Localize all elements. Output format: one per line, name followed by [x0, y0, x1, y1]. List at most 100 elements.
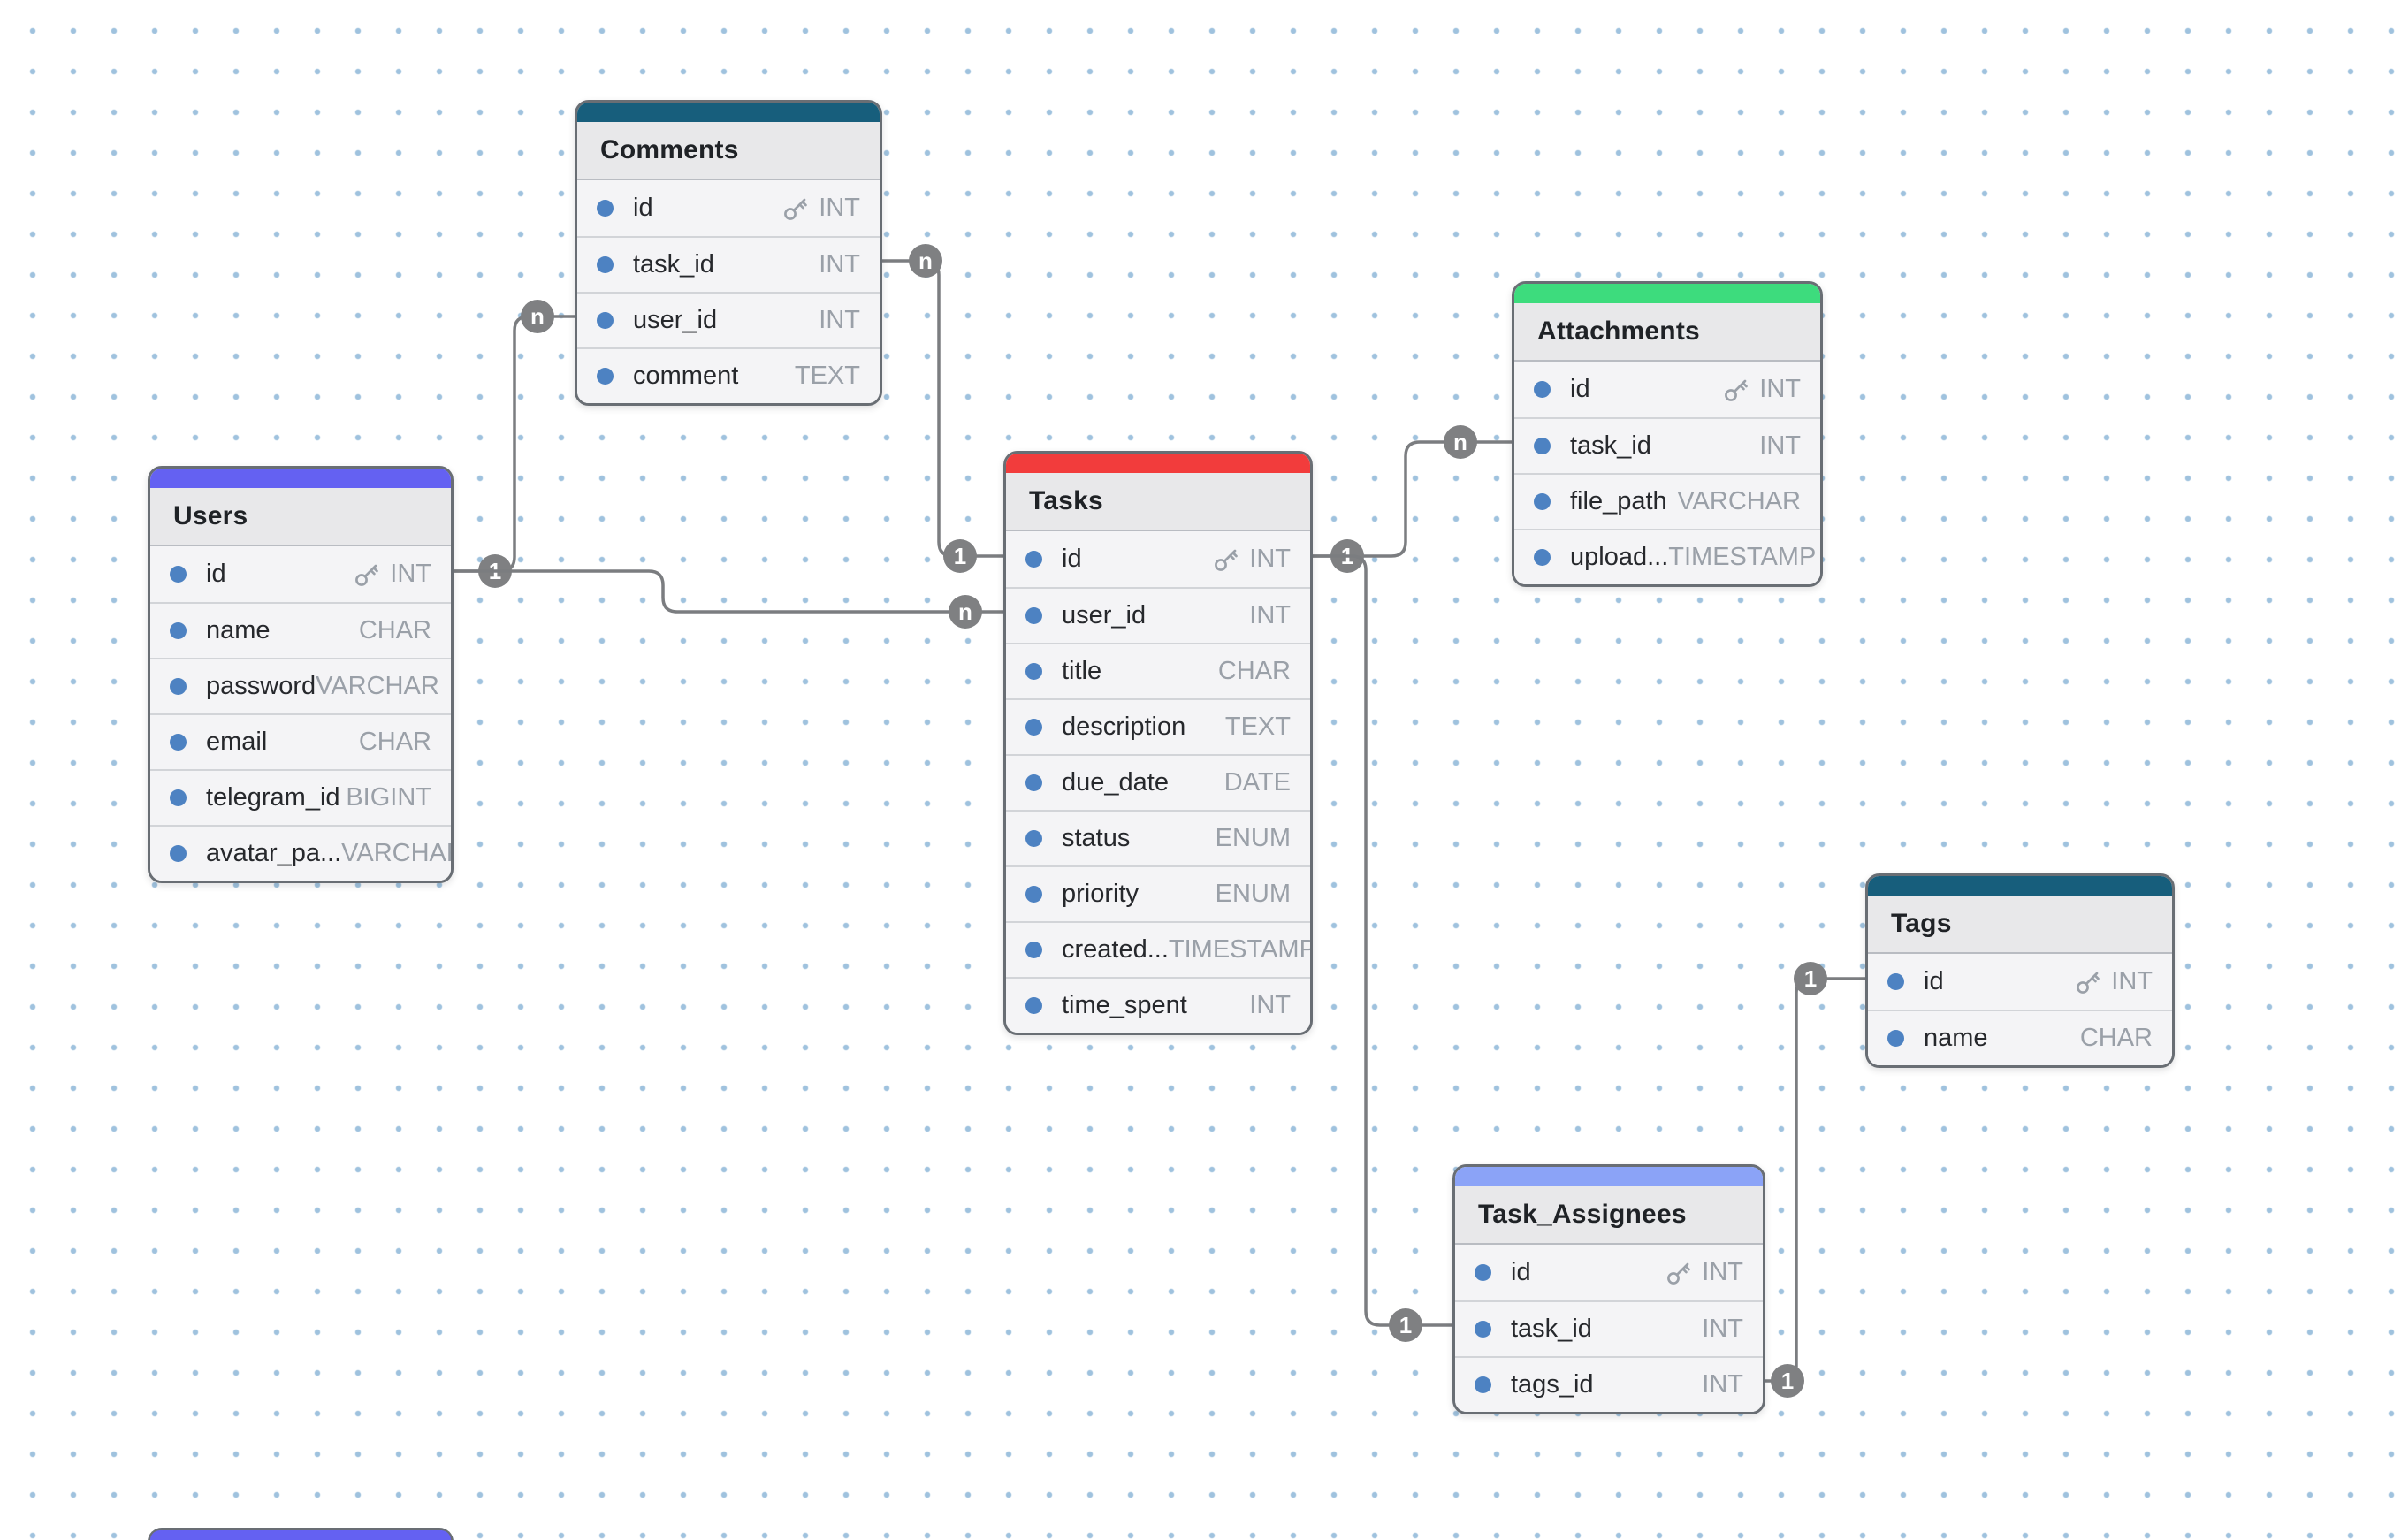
field-row-tasks-user_id[interactable]: user_idINT [1006, 587, 1310, 643]
field-type: INT [1249, 545, 1291, 574]
field-row-attachments-file_path[interactable]: file_pathVARCHAR [1514, 473, 1820, 529]
field-name: tags_id [1511, 1370, 1594, 1399]
field-row-tags-name[interactable]: nameCHAR [1868, 1010, 2172, 1065]
field-row-attachments-task_id[interactable]: task_idINT [1514, 417, 1820, 473]
field-row-comments-task_id[interactable]: task_idINT [577, 236, 880, 292]
field-row-task_assignees-task_id[interactable]: task_idINT [1455, 1300, 1763, 1356]
field-row-tasks-title[interactable]: title CHAR [1006, 643, 1310, 698]
relationship-line[interactable] [448, 316, 575, 571]
field-type: INT [1702, 1258, 1743, 1287]
field-type: TIMESTAMP [1169, 935, 1313, 964]
field-type-group: ENUM [1216, 824, 1291, 853]
field-dot [597, 368, 614, 385]
field-name: password [206, 672, 316, 701]
field-row-task_assignees-id[interactable]: id INT [1455, 1245, 1763, 1300]
field-type-group: INT [1249, 991, 1291, 1020]
table-attachments[interactable]: AttachmentsidINTtask_idINTfile_pathVARCH… [1512, 281, 1823, 587]
partial-table-cut-off[interactable] [148, 1528, 454, 1540]
field-name: title [1062, 657, 1101, 686]
field-type: VARCHAR [341, 839, 454, 868]
table-comments[interactable]: CommentsidINTtask_idINTuser_idINTcomment… [575, 100, 882, 406]
field-type-group: CHAR [1218, 657, 1291, 686]
field-row-tasks-id[interactable]: idINT [1006, 531, 1310, 587]
key-icon [781, 194, 810, 223]
field-row-tasks-created[interactable]: created...TIMESTAMP [1006, 921, 1310, 977]
field-dot [170, 789, 187, 806]
relationship-tasks-id-to-attachments-task_id[interactable]: 1n [1307, 425, 1512, 573]
cardinality-label: n [1453, 429, 1467, 455]
relationship-line[interactable] [877, 261, 1003, 556]
table-title: Users [173, 501, 248, 531]
field-row-users-password[interactable]: passwordVARCHAR [150, 658, 451, 713]
field-type: DATE [1224, 768, 1291, 797]
field-type-group: VARCHAR [1677, 487, 1801, 516]
table-header-task_assignees[interactable]: Task_Assignees [1455, 1186, 1763, 1245]
field-name: comment [633, 362, 738, 391]
field-name: id [1511, 1258, 1531, 1287]
field-row-users-name[interactable]: nameCHAR [150, 602, 451, 658]
field-dot [1534, 438, 1551, 454]
field-name: created... [1062, 935, 1169, 964]
table-tasks[interactable]: Tasks idINTuser_idINTtitle CHAR description… [1003, 451, 1313, 1035]
field-row-comments-id[interactable]: idINT [577, 180, 880, 236]
field-row-tasks-description[interactable]: descriptionTEXT [1006, 698, 1310, 754]
table-header-users[interactable]: Users [150, 488, 451, 546]
field-row-tasks-priority[interactable]: priorityENUM [1006, 865, 1310, 921]
table-task_assignees[interactable]: Task_Assigneesid INT task_idINTtags_idINT [1452, 1164, 1765, 1414]
field-row-users-email[interactable]: emailCHAR [150, 713, 451, 769]
field-dot [1475, 1264, 1491, 1281]
relationship-tags-id-to-task_assignees-tags_id[interactable]: 11 [1760, 962, 1865, 1398]
field-type-group: INT [781, 194, 860, 223]
relationship-tasks-id-to-comments-task_id[interactable]: n1 [877, 244, 1003, 573]
relationship-users-id-to-tasks-user_id[interactable]: n [448, 571, 1003, 629]
field-dot [1025, 830, 1042, 847]
table-header-comments[interactable]: Comments [577, 122, 880, 180]
table-header-tasks[interactable]: Tasks [1006, 473, 1310, 531]
field-row-task_assignees-tags_id[interactable]: tags_idINT [1455, 1356, 1763, 1412]
field-row-tasks-time_spent[interactable]: time_spentINT [1006, 977, 1310, 1033]
field-row-comments-comment[interactable]: commentTEXT [577, 347, 880, 403]
field-type: TIMESTAMP [1668, 543, 1816, 572]
field-row-comments-user_id[interactable]: user_idINT [577, 292, 880, 347]
field-type: INT [2111, 967, 2153, 996]
table-title: Tasks [1029, 486, 1103, 516]
field-row-attachments-id[interactable]: idINT [1514, 362, 1820, 417]
field-row-users-telegram_id[interactable]: telegram_idBIGINT [150, 769, 451, 825]
cardinality-label: n [958, 598, 972, 625]
field-type-group: CHAR [2080, 1024, 2153, 1053]
field-type-group: CHAR [359, 616, 431, 645]
relationship-line[interactable] [1760, 979, 1865, 1381]
relationship-users-id-to-comments-user_id[interactable]: 1n [448, 300, 575, 588]
field-name: upload... [1570, 543, 1668, 572]
field-type: VARCHAR [1677, 487, 1801, 516]
key-icon [353, 560, 381, 589]
table-users[interactable]: UsersidINTnameCHARpasswordVARCHARemailCH… [148, 466, 454, 883]
field-type-group: DATE [1224, 768, 1291, 797]
cardinality-label: 1 [1399, 1312, 1412, 1338]
field-row-tasks-status[interactable]: statusENUM [1006, 810, 1310, 865]
table-accent-bar [1006, 454, 1310, 473]
table-tags[interactable]: TagsidINTnameCHAR [1865, 873, 2175, 1068]
field-name: priority [1062, 880, 1139, 909]
field-dot [597, 312, 614, 329]
field-row-users-avatar_pa[interactable]: avatar_pa...VARCHAR [150, 825, 451, 881]
table-header-tags[interactable]: Tags [1868, 896, 2172, 954]
field-type: INT [819, 306, 860, 335]
relationship-tasks-id-to-task_assignees-task_id[interactable]: 1 [1307, 556, 1452, 1342]
diagram-canvas[interactable]: 1nnn11n111CommentsidINTtask_idINTuser_id… [0, 0, 2401, 1540]
field-dot [170, 622, 187, 639]
field-dot [1025, 997, 1042, 1014]
table-accent-bar [1868, 876, 2172, 896]
relationship-line[interactable] [1307, 442, 1512, 556]
relationship-line[interactable] [448, 571, 1003, 612]
table-header-attachments[interactable]: Attachments [1514, 303, 1820, 362]
field-row-tasks-due_date[interactable]: due_date DATE [1006, 754, 1310, 810]
field-row-tags-id[interactable]: idINT [1868, 954, 2172, 1010]
cardinality-label: 1 [1804, 965, 1817, 992]
field-row-attachments-upload[interactable]: upload...TIMESTAMP [1514, 529, 1820, 584]
field-name: email [206, 728, 267, 757]
field-type: INT [1759, 375, 1801, 404]
field-row-users-id[interactable]: idINT [150, 546, 451, 602]
relationship-line[interactable] [1307, 556, 1452, 1325]
field-name: due_date [1062, 768, 1169, 797]
